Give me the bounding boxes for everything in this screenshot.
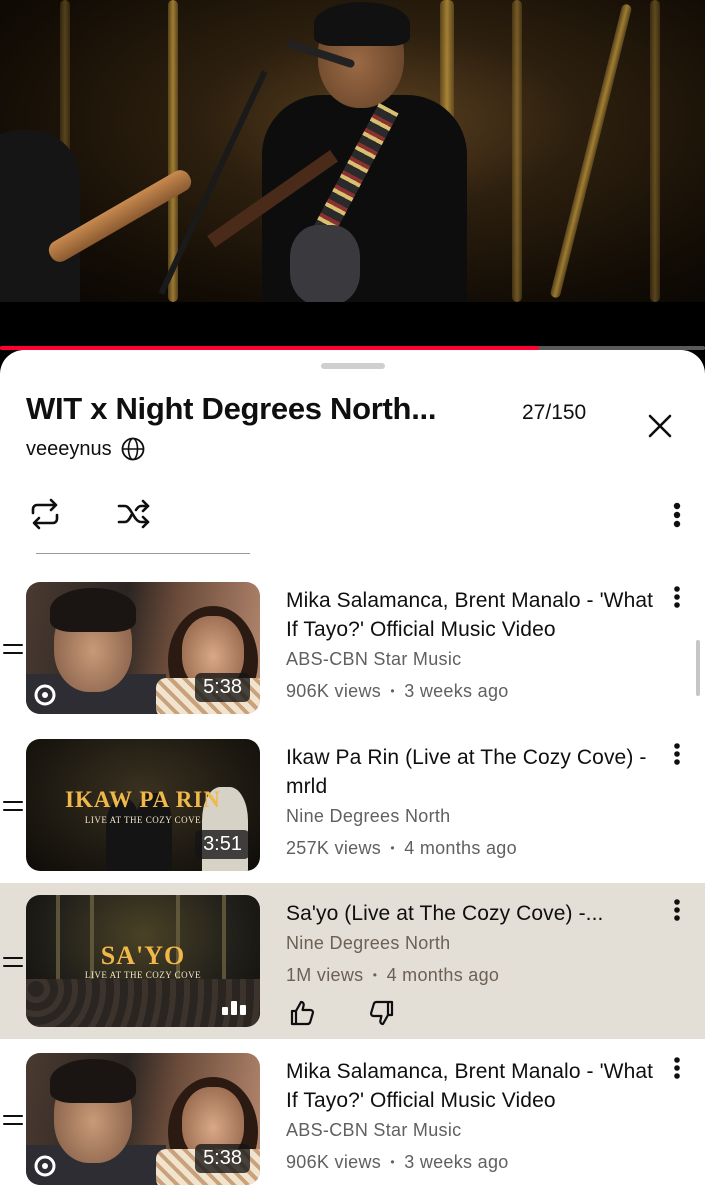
upload-age: 4 months ago [404,838,517,858]
video-thumbnail[interactable]: IKAW PA RIN LIVE AT THE COZY COVE 3:51 [26,739,260,871]
loop-button[interactable] [25,494,65,534]
playlist-more-button[interactable] [662,495,692,535]
upload-age: 4 months ago [386,965,500,985]
more-vertical-icon [673,502,681,528]
background-bamboo [650,0,660,302]
video-title[interactable]: Mika Salamanca, Brent Manalo - 'What If … [286,1057,656,1115]
guitarist-figure [0,130,80,302]
shuffle-icon [117,499,150,529]
view-count: 1M views [286,965,364,985]
channel-logo-icon [34,684,56,706]
drag-grip-icon[interactable] [3,644,23,662]
shuffle-button[interactable] [114,494,154,534]
video-title[interactable]: Mika Salamanca, Brent Manalo - 'What If … [286,586,656,644]
channel-name: Nine Degrees North [286,806,451,826]
channel-name: Nine Degrees North [286,933,451,953]
upload-age: 3 weeks ago [404,681,509,701]
thumbnail-title-text: IKAW PA RIN [65,787,221,812]
upload-age: 3 weeks ago [404,1152,509,1172]
thumbnail-title-text: SA'YO [100,941,186,970]
close-button[interactable] [640,406,680,446]
more-vertical-icon [674,743,680,765]
drag-grip-icon[interactable] [3,957,23,975]
item-more-button[interactable] [664,739,690,769]
item-more-button[interactable] [664,895,690,925]
video-thumbnail[interactable]: 5:38 [26,582,260,714]
meta-separator: • [390,841,395,855]
thumbs-up-icon [290,1000,315,1026]
meta-separator: • [372,968,378,982]
playlist-position: 27/150 [522,401,587,424]
video-duration: 5:38 [195,673,250,702]
more-vertical-icon [674,899,680,921]
playlist-item[interactable]: IKAW PA RIN LIVE AT THE COZY COVE 3:51 I… [0,731,705,887]
video-duration: 3:51 [195,830,250,859]
thumbs-down-icon [369,1000,394,1026]
meta-separator: • [390,1155,395,1169]
video-info[interactable]: Sa'yo (Live at The Cozy Cove) -... Nine … [286,899,656,989]
playlist-title[interactable]: WIT x Night Degrees North... [26,391,436,427]
video-meta: 906K views • 3 weeks ago [286,1150,656,1176]
drag-grip-icon[interactable] [3,801,23,819]
playlist-panel: WIT x Night Degrees North... 27/150 veee… [0,350,705,1199]
channel-name: ABS-CBN Star Music [286,1120,462,1140]
video-title[interactable]: Ikaw Pa Rin (Live at The Cozy Cove) - mr… [286,743,656,801]
playlist-item[interactable]: 5:38 Mika Salamanca, Brent Manalo - 'Wha… [0,1045,705,1199]
item-more-button[interactable] [664,582,690,612]
meta-separator: • [390,684,395,698]
like-button[interactable] [286,997,318,1029]
background-bamboo [512,0,522,302]
playlist-item[interactable]: 5:38 Mika Salamanca, Brent Manalo - 'Wha… [0,574,705,730]
item-more-button[interactable] [664,1053,690,1083]
video-meta: 1M views • 4 months ago [286,963,656,989]
singer-hair [314,2,410,46]
globe-icon [121,437,145,461]
drag-grip-icon[interactable] [3,1115,23,1133]
channel-logo-icon [34,1155,56,1177]
view-count: 257K views [286,838,382,858]
rating-controls [286,997,398,1029]
owner-name: veeeynus [26,437,112,460]
video-info[interactable]: Mika Salamanca, Brent Manalo - 'What If … [286,586,656,705]
equalizer-icon [222,993,248,1015]
thumbnail-art [50,1059,136,1103]
repeat-icon [31,498,59,530]
video-duration: 5:38 [195,1144,250,1173]
channel-name: ABS-CBN Star Music [286,649,462,669]
sheet-drag-handle[interactable] [321,363,385,369]
dislike-button[interactable] [366,997,398,1029]
close-icon [648,414,672,438]
thumbnail-art [50,588,136,632]
playlist-owner[interactable]: veeeynus [26,436,146,462]
video-thumbnail[interactable]: 5:38 [26,1053,260,1185]
video-info[interactable]: Mika Salamanca, Brent Manalo - 'What If … [286,1057,656,1176]
view-count: 906K views [286,681,382,701]
view-count: 906K views [286,1152,382,1172]
video-meta: 906K views • 3 weeks ago [286,679,656,705]
guitar-body [290,225,360,302]
more-vertical-icon [674,586,680,608]
video-meta: 257K views • 4 months ago [286,836,656,862]
more-vertical-icon [674,1057,680,1079]
video-player[interactable] [0,0,705,302]
background-bamboo [549,3,633,299]
video-thumbnail[interactable]: SA'YO LIVE AT THE COZY COVE [26,895,260,1027]
player-letterbox [0,302,705,352]
section-divider [36,553,250,554]
video-info[interactable]: Ikaw Pa Rin (Live at The Cozy Cove) - mr… [286,743,656,862]
video-title[interactable]: Sa'yo (Live at The Cozy Cove) -... [286,899,656,928]
thumbnail-subtitle-text: LIVE AT THE COZY COVE [84,815,202,825]
thumbnail-subtitle-text: LIVE AT THE COZY COVE [84,970,202,980]
playlist-item-now-playing[interactable]: SA'YO LIVE AT THE COZY COVE Sa'yo (Live … [0,883,705,1039]
